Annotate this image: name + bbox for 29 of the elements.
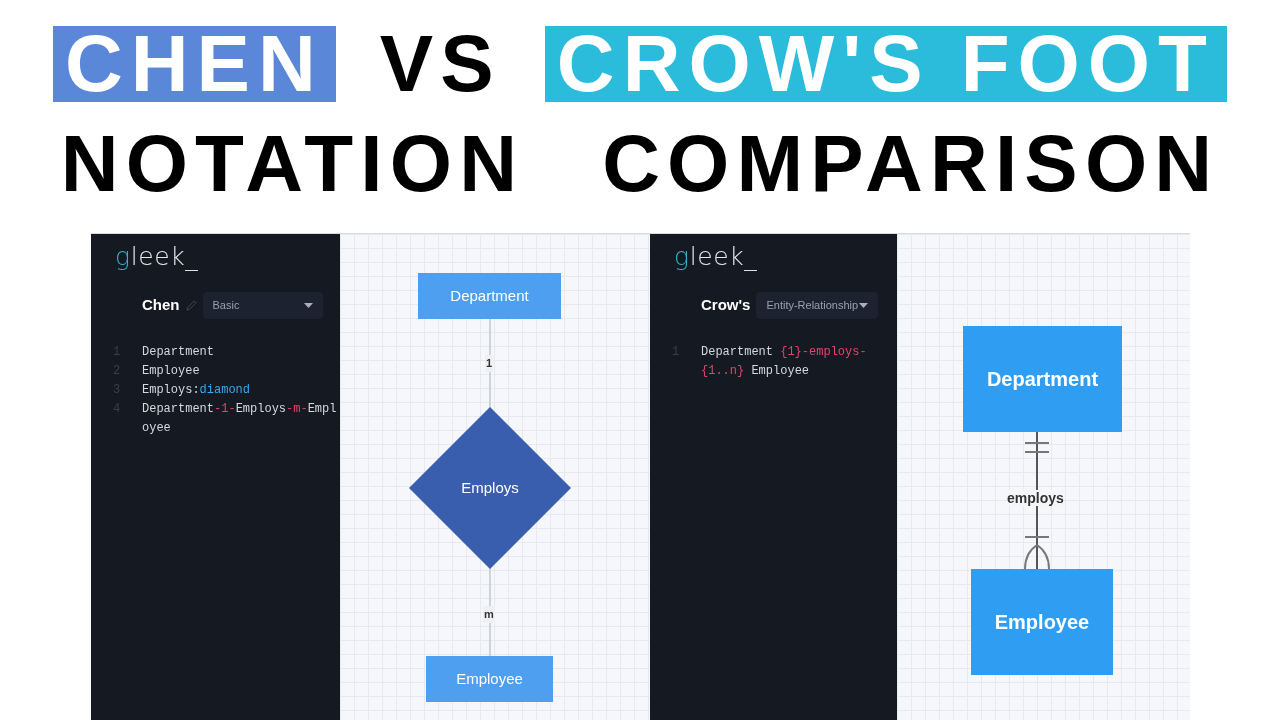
caret-icon [303,303,313,308]
code-line: {1..n} Employee [701,363,810,380]
gleek-logo: gleek_ [674,244,759,269]
cardinality-label: m [483,606,495,623]
headline-word: VS [379,26,501,102]
headline-word: NOTATION [60,126,525,202]
entity-node: Employee [971,569,1113,675]
caret-icon [859,303,869,308]
cardinality-label: 1 [485,355,494,372]
entity-node: Employee [426,656,553,702]
gleek-logo: gleek_ [115,244,200,269]
notation-dropdown[interactable]: Entity-Relationship [756,292,879,319]
code-line: oyee [142,420,171,437]
relationship-node: Employs [409,407,571,569]
entity-node: Department [963,326,1122,432]
code-line: Department [142,344,214,361]
headline-word: CHEN [53,26,336,102]
diagram-name[interactable]: Crow's [701,294,751,317]
code-line: Department-1-Employs-m-Empl [142,401,337,418]
code-line: Employee [142,363,200,380]
diagram-name[interactable]: Chen [142,294,180,317]
relationship-label: employs [1007,490,1064,506]
pencil-icon[interactable] [185,300,197,311]
entity-node: Department [418,273,561,319]
code-line: Employs:diamond [142,382,251,399]
headline-word: COMPARISON [602,126,1220,202]
code-line: Department {1}-employs- [701,344,867,361]
notation-dropdown[interactable]: Basic [202,292,323,319]
headline-word: CROW'S FOOT [544,26,1227,102]
